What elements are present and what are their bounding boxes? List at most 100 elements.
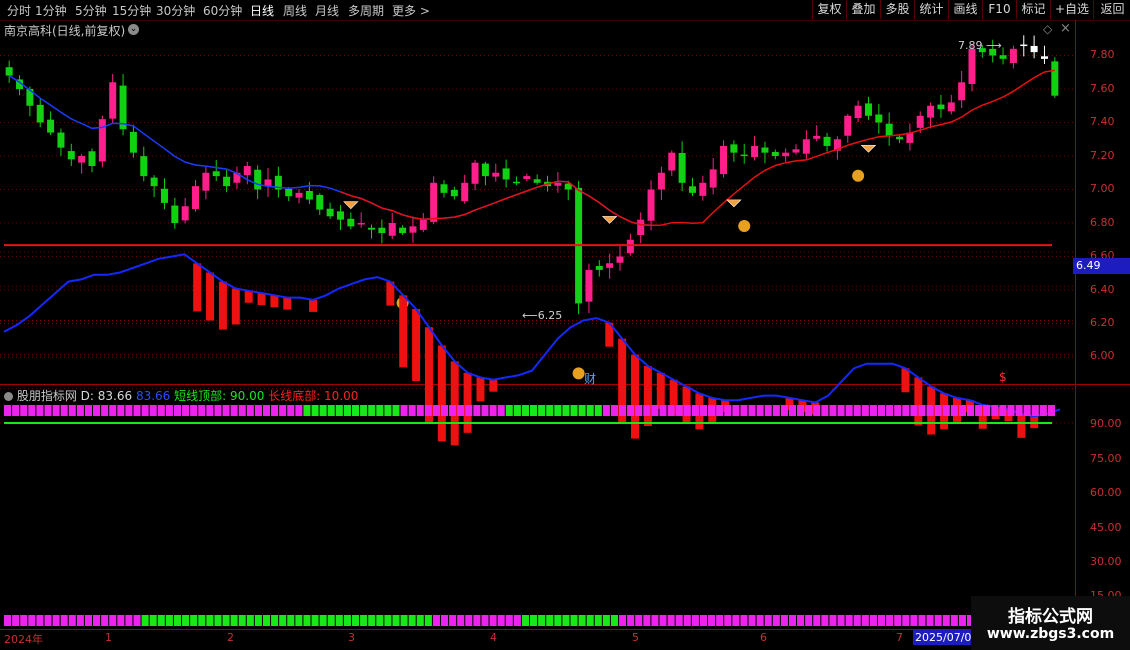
signal-strip-cell	[117, 615, 125, 626]
candle-body	[129, 131, 137, 153]
statistics-button[interactable]: 统计	[914, 0, 948, 19]
signal-strip-cell	[975, 405, 983, 416]
candle-body	[606, 263, 614, 268]
period-tab-more[interactable]: 更多 >	[392, 2, 430, 19]
candle-body	[792, 149, 800, 153]
candle-body	[968, 48, 976, 84]
f10-button[interactable]: F10	[982, 0, 1016, 19]
signal-strip-cell	[303, 405, 311, 416]
candle-body	[937, 104, 945, 110]
signal-strip-cell	[562, 615, 570, 626]
signal-strip-cell	[424, 615, 432, 626]
indicator-bar	[412, 309, 421, 381]
signal-strip-cell	[12, 615, 20, 626]
candle-body	[595, 266, 603, 270]
period-tab-60min[interactable]: 60分钟	[203, 2, 242, 19]
candle-body	[585, 269, 593, 302]
overlay-button[interactable]: 叠加	[846, 0, 880, 19]
candle-body	[875, 114, 883, 123]
diamond-settings-icon[interactable]: ◇	[1043, 22, 1052, 36]
signal-strip-cell	[432, 615, 440, 626]
signal-strip-cell	[821, 615, 829, 626]
candle-body	[57, 132, 65, 148]
kline-chart[interactable]	[0, 0, 1130, 650]
indicator-bar	[631, 354, 640, 439]
period-tab-monthly[interactable]: 月线	[315, 2, 339, 19]
money-bag-icon	[738, 220, 751, 232]
period-tab-1min[interactable]: 1分钟	[35, 2, 67, 19]
signal-strip-cell	[667, 405, 675, 416]
candle-body	[947, 102, 955, 112]
signal-strip-cell	[805, 405, 813, 416]
close-icon[interactable]: ×	[1060, 21, 1071, 36]
signal-strip-cell	[521, 405, 529, 416]
period-tab-15min[interactable]: 15分钟	[112, 2, 151, 19]
signal-strip-cell	[853, 615, 861, 626]
signal-strip-cell	[60, 615, 68, 626]
dividend-marker[interactable]: $	[999, 370, 1007, 384]
signal-strip-cell	[683, 405, 691, 416]
mark-button[interactable]: 标记	[1016, 0, 1050, 19]
signal-strip-cell	[481, 615, 489, 626]
add-watchlist-button[interactable]: +自选	[1050, 0, 1093, 19]
watermark-url: www.zbgs3.com	[986, 626, 1115, 642]
signal-strip-cell	[667, 615, 675, 626]
finance-marker[interactable]: 财	[584, 370, 596, 387]
signal-strip-cell	[756, 405, 764, 416]
signal-strip-cell	[368, 405, 376, 416]
period-tab-weekly[interactable]: 周线	[283, 2, 307, 19]
y-tick: 7.60	[1090, 82, 1115, 95]
candle-body	[823, 136, 831, 146]
signal-strip-cell	[368, 615, 376, 626]
candle-body	[688, 186, 696, 193]
period-tab-multi[interactable]: 多周期	[348, 2, 384, 19]
candle-body	[761, 147, 769, 153]
ind-y-tick: 90.00	[1090, 417, 1122, 430]
signal-strip-cell	[262, 615, 271, 626]
indicator-menu-icon[interactable]	[4, 392, 13, 401]
indicator-bar	[901, 368, 910, 393]
indicator-bar	[656, 372, 665, 409]
candle-body	[502, 168, 510, 180]
candle-body	[471, 162, 479, 184]
signal-strip-cell	[246, 615, 254, 626]
fuquan-button[interactable]: 复权	[812, 0, 846, 19]
candle-body	[802, 139, 810, 154]
signal-strip-cell	[1007, 405, 1015, 416]
signal-strip-cell	[52, 615, 60, 626]
period-tab-daily[interactable]: 日线	[250, 2, 274, 19]
signal-strip-cell	[12, 405, 20, 416]
indicator-bar	[978, 404, 987, 429]
signal-strip-cell	[934, 615, 942, 626]
draw-line-button[interactable]: 画线	[948, 0, 982, 19]
indicator-bar	[463, 372, 472, 433]
chevron-down-icon[interactable]: ⌄	[128, 24, 139, 35]
back-button[interactable]: 返回	[1093, 0, 1130, 19]
signal-strip-cell	[190, 405, 198, 416]
candle-body	[958, 82, 966, 101]
signal-strip-cell	[481, 405, 489, 416]
indicator-bar	[952, 397, 961, 422]
signal-strip-cell	[861, 615, 869, 626]
candle-body	[720, 145, 728, 175]
indicator-bar	[695, 393, 704, 430]
signal-strip-cell	[788, 615, 797, 626]
signal-strip-cell	[198, 405, 206, 416]
signal-strip-cell	[724, 615, 732, 626]
signal-strip-cell	[708, 615, 716, 626]
indicator-bar	[193, 263, 202, 312]
money-bag-icon	[572, 367, 585, 380]
y-tick: 7.40	[1090, 115, 1115, 128]
signal-strip-cell	[659, 405, 667, 416]
period-tab-fenshi[interactable]: 分时	[7, 2, 31, 19]
signal-strip-cell	[1015, 405, 1023, 416]
indicator-bar	[811, 402, 820, 415]
period-tab-30min[interactable]: 30分钟	[156, 2, 195, 19]
period-tab-5min[interactable]: 5分钟	[75, 2, 107, 19]
signal-strip-cell	[610, 615, 619, 626]
multi-stock-button[interactable]: 多股	[880, 0, 914, 19]
candle-body	[481, 163, 489, 177]
candle-body	[782, 152, 790, 157]
candle-body	[1051, 61, 1059, 96]
diamond-signal-icon	[343, 201, 359, 210]
